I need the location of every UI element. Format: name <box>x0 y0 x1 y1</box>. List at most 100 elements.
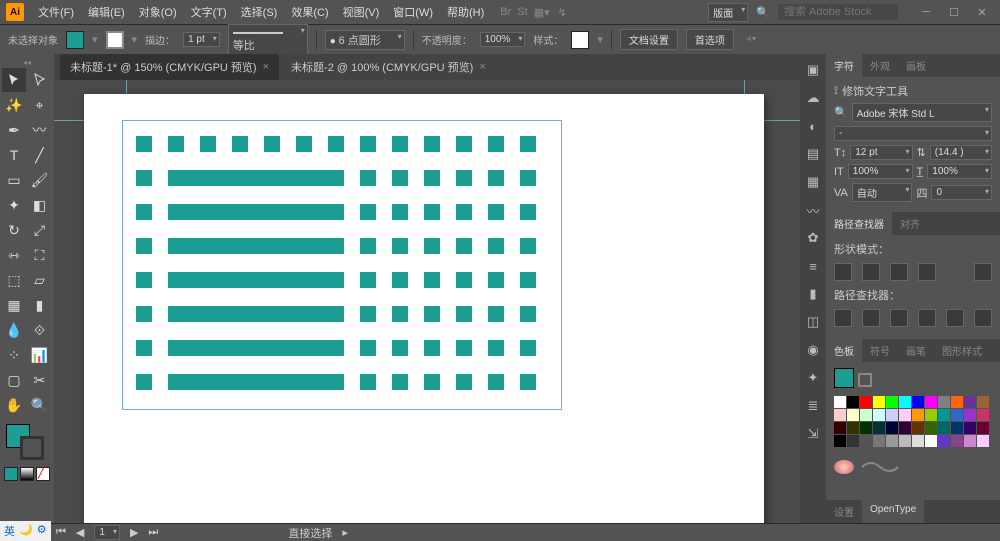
swatch-cell[interactable] <box>951 422 963 434</box>
font-family-dropdown[interactable]: Adobe 宋体 Std L <box>852 103 992 122</box>
brush-dropdown[interactable]: ● 6 点圆形 <box>325 30 405 50</box>
swatch-cell[interactable] <box>938 409 950 421</box>
perspective-tool[interactable]: ▱ <box>28 268 52 292</box>
touch-type-icon[interactable]: ⟟ <box>834 85 838 98</box>
menu-select[interactable]: 选择(S) <box>235 1 284 23</box>
swatch-cell[interactable] <box>951 409 963 421</box>
menu-help[interactable]: 帮助(H) <box>441 1 490 23</box>
selection-tool[interactable] <box>2 68 26 92</box>
current-fill-swatch[interactable] <box>834 368 854 388</box>
outline-icon[interactable] <box>946 309 964 327</box>
swatch-cell[interactable] <box>951 396 963 408</box>
exclude-icon[interactable] <box>918 263 936 281</box>
swatch-cell[interactable] <box>925 396 937 408</box>
swatch-cell[interactable] <box>977 409 989 421</box>
stroke-profile-dropdown[interactable]: 等比 <box>228 24 308 55</box>
close-tab-icon[interactable]: × <box>263 61 269 73</box>
transparency-icon[interactable]: ◫ <box>803 312 823 332</box>
swatch-cell[interactable] <box>873 409 885 421</box>
swatch-cell[interactable] <box>847 422 859 434</box>
document-setup-button[interactable]: 文档设置 <box>620 29 678 50</box>
menu-type[interactable]: 文字(T) <box>185 1 233 23</box>
swatch-cell[interactable] <box>873 396 885 408</box>
line-tool[interactable]: ╱ <box>28 143 52 167</box>
lasso-tool[interactable]: ⌖ <box>28 93 52 117</box>
stock-icon[interactable]: St <box>517 6 527 18</box>
swatch-cell[interactable] <box>886 422 898 434</box>
tab-swatches[interactable]: 色板 <box>826 339 862 362</box>
style-swatch[interactable] <box>571 31 589 49</box>
close-tab-icon[interactable]: × <box>479 61 485 73</box>
toolbox-collapse[interactable]: ◂◂ <box>2 58 52 67</box>
swatch-cell[interactable] <box>847 409 859 421</box>
menu-view[interactable]: 视图(V) <box>337 1 386 23</box>
swatch-cell[interactable] <box>912 409 924 421</box>
shape-builder-tool[interactable]: ⬚ <box>2 268 26 292</box>
tab-align[interactable]: 对齐 <box>892 212 928 235</box>
bridge-icon[interactable]: Br <box>500 6 511 18</box>
intersect-icon[interactable] <box>890 263 908 281</box>
unite-icon[interactable] <box>834 263 852 281</box>
properties-icon[interactable]: ▣ <box>803 60 823 80</box>
menu-edit[interactable]: 编辑(E) <box>82 1 131 23</box>
tab-pathfinder[interactable]: 路径查找器 <box>826 212 892 235</box>
leading-dropdown[interactable]: (14.4 ) <box>930 145 992 160</box>
artboard-last-icon[interactable]: ⏭ <box>148 526 158 539</box>
swatch-cell[interactable] <box>834 422 846 434</box>
swatch-cell[interactable] <box>899 409 911 421</box>
preferences-button[interactable]: 首选项 <box>686 29 734 50</box>
swatch-cell[interactable] <box>912 435 924 447</box>
swatch-cell[interactable] <box>873 422 885 434</box>
none-mode[interactable]: ╱ <box>36 467 50 481</box>
swatch-cell[interactable] <box>886 435 898 447</box>
fill-stroke-control[interactable] <box>2 424 52 464</box>
appearance-icon[interactable]: ◉ <box>803 340 823 360</box>
gradient-mode[interactable] <box>20 467 34 481</box>
opacity-dropdown[interactable]: 100% <box>480 32 526 47</box>
swatch-cell[interactable] <box>964 422 976 434</box>
symbol-sprayer-tool[interactable]: ⁘ <box>2 343 26 367</box>
gradient-swatch[interactable] <box>834 460 854 474</box>
minus-front-icon[interactable] <box>862 263 880 281</box>
blend-tool[interactable]: ⟐ <box>28 318 52 342</box>
menu-object[interactable]: 对象(O) <box>133 1 183 23</box>
swatch-cell[interactable] <box>899 396 911 408</box>
maximize-button[interactable]: ☐ <box>942 4 966 20</box>
pen-tool[interactable]: ✒ <box>2 118 26 142</box>
expand-icon[interactable] <box>974 263 992 281</box>
type-tool[interactable]: T <box>2 143 26 167</box>
artboard-number[interactable]: 1 <box>94 525 120 540</box>
swatch-cell[interactable] <box>899 435 911 447</box>
swatch-cell[interactable] <box>899 422 911 434</box>
swatch-cell[interactable] <box>834 435 846 447</box>
symbols-icon[interactable]: ✿ <box>803 228 823 248</box>
gradient-panel-icon[interactable]: ▮ <box>803 284 823 304</box>
gradient-tool[interactable]: ▮ <box>28 293 52 317</box>
artboard-back-icon[interactable]: ◀ <box>76 526 84 539</box>
kerning-dropdown[interactable]: 自动 <box>852 183 913 202</box>
menu-file[interactable]: 文件(F) <box>32 1 80 23</box>
slice-tool[interactable]: ✂ <box>28 368 52 392</box>
menu-effect[interactable]: 效果(C) <box>285 1 334 23</box>
swatch-cell[interactable] <box>938 422 950 434</box>
hscale-dropdown[interactable]: 100% <box>927 164 992 179</box>
ime-indicator[interactable]: 英🌙⚙ <box>0 521 51 541</box>
swatch-cell[interactable] <box>977 396 989 408</box>
fill-swatch[interactable] <box>66 31 84 49</box>
swatch-cell[interactable] <box>834 409 846 421</box>
close-button[interactable]: ✕ <box>970 4 994 20</box>
free-transform-tool[interactable]: ⛶ <box>28 243 52 267</box>
menu-window[interactable]: 窗口(W) <box>387 1 439 23</box>
stroke-weight-dropdown[interactable]: 1 pt <box>183 32 220 47</box>
swatch-cell[interactable] <box>938 396 950 408</box>
swatch-cell[interactable] <box>860 409 872 421</box>
tab-brushes[interactable]: 画笔 <box>898 339 934 362</box>
hand-tool[interactable]: ✋ <box>2 393 26 417</box>
swatch-cell[interactable] <box>886 409 898 421</box>
crop-icon[interactable] <box>918 309 936 327</box>
swatch-cell[interactable] <box>964 409 976 421</box>
swatch-cell[interactable] <box>925 435 937 447</box>
swatch-cell[interactable] <box>977 435 989 447</box>
gpu-icon[interactable]: ↯ <box>558 6 567 19</box>
swatch-cell[interactable] <box>873 435 885 447</box>
